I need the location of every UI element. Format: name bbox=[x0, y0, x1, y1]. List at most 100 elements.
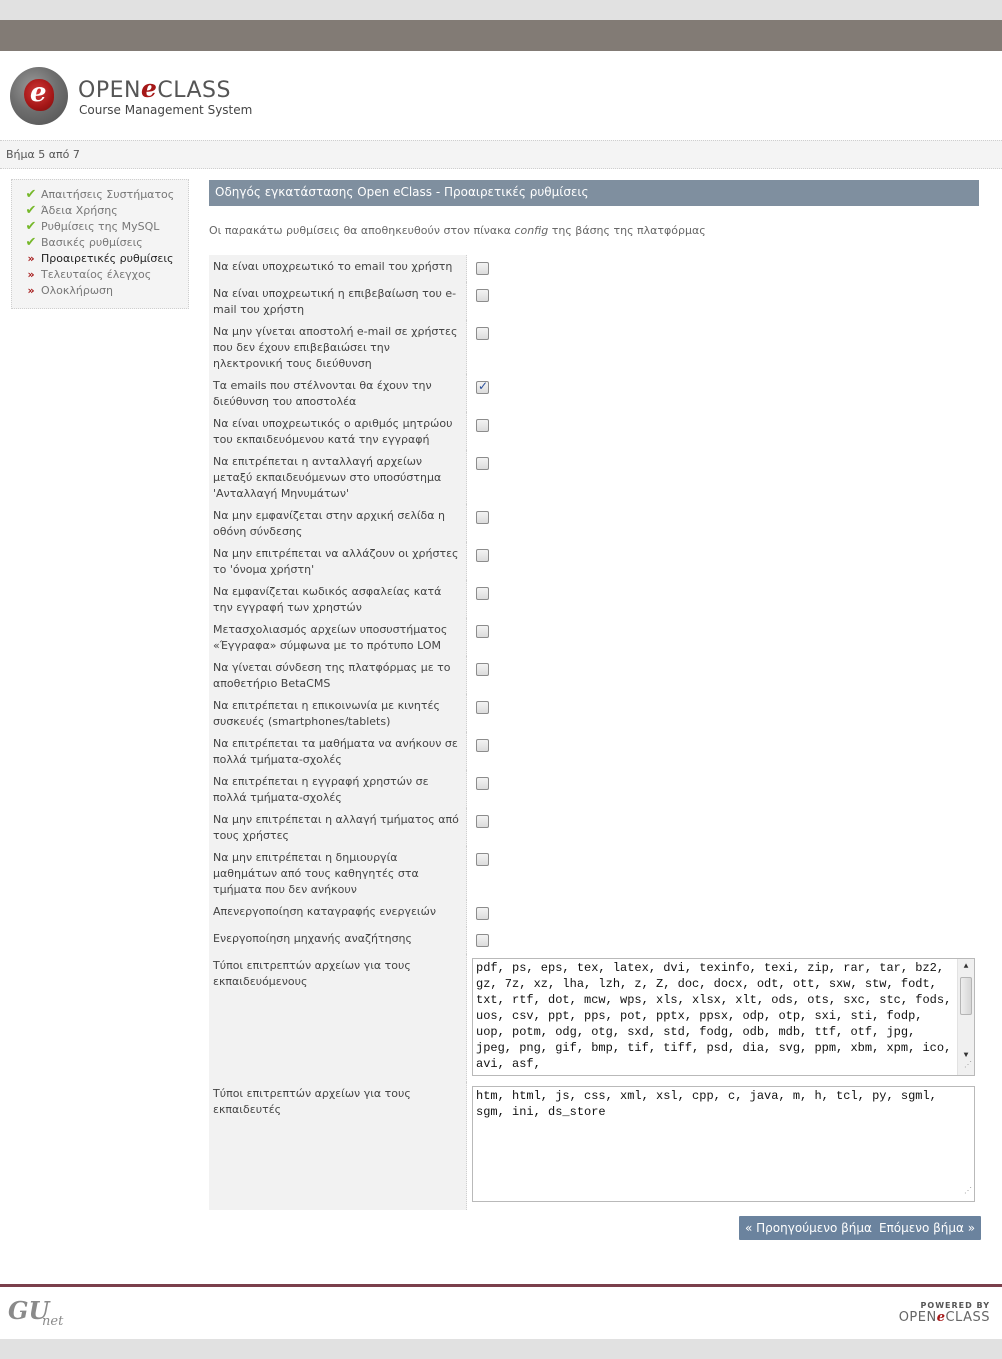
option-row: Μετασχολιασμός αρχείων υποσυστήματος «Έγ… bbox=[209, 618, 979, 656]
option-checkbox[interactable] bbox=[476, 262, 489, 275]
steps-list: ✔ Απαιτήσεις Συστήματος ✔ Άδεια Χρήσης ✔ Ρυθμ… bbox=[21, 187, 188, 299]
option-checkbox[interactable] bbox=[476, 379, 489, 394]
option-row: Να μην γίνεται αποστολή e-mail σε χρήστε… bbox=[209, 320, 979, 374]
powered-by-brand: OPENeCLASS bbox=[898, 1310, 990, 1325]
option-label: Να γίνεται σύνδεση της πλατφόρμας με το … bbox=[209, 656, 467, 694]
option-checkbox[interactable] bbox=[476, 625, 489, 638]
scroll-up-icon[interactable]: ▲ bbox=[958, 960, 974, 974]
footer-divider bbox=[0, 1284, 1002, 1287]
option-row: Να επιτρέπεται τα μαθήματα να ανήκουν σε… bbox=[209, 732, 979, 770]
sidebar-step-label: Απαιτήσεις Συστήματος bbox=[41, 188, 175, 201]
option-label: Να είναι υποχρεωτική η επιβεβαίωση του e… bbox=[209, 282, 467, 320]
option-label: Να μην επιτρέπεται η αλλαγή τμήματος από… bbox=[209, 808, 467, 846]
sidebar-step-label: Τελευταίος έλεγχος bbox=[41, 268, 152, 281]
option-checkbox[interactable] bbox=[476, 511, 489, 524]
option-checkbox[interactable] bbox=[476, 934, 489, 947]
previous-step-button[interactable]: « Προηγούμενο βήμα bbox=[739, 1216, 878, 1240]
option-row: Να είναι υποχρεωτικός ο αριθμός μητρώου … bbox=[209, 412, 979, 450]
eclass-logo-icon: e bbox=[10, 67, 68, 125]
textarea-value: pdf, ps, eps, tex, latex, dvi, texinfo, … bbox=[476, 961, 959, 1071]
resize-grip-icon[interactable]: ⋰ bbox=[964, 1058, 972, 1074]
option-label: Να επιτρέπεται τα μαθήματα να ανήκουν σε… bbox=[209, 732, 467, 770]
option-row: Να μην επιτρέπεται η δημιουργία μαθημάτω… bbox=[209, 846, 979, 900]
settings-form: Να είναι υποχρεωτικό το email του χρήστη… bbox=[209, 255, 979, 1210]
option-checkbox[interactable] bbox=[476, 587, 489, 600]
sidebar-step-6: » Ολοκλήρωση bbox=[21, 283, 188, 299]
resize-grip-icon[interactable]: ⋰ bbox=[964, 1184, 972, 1200]
option-checkbox[interactable] bbox=[476, 777, 489, 790]
file-types-row: Τύποι επιτρεπτών αρχείων για τους εκπαιδ… bbox=[209, 1082, 979, 1210]
option-checkbox[interactable] bbox=[476, 739, 489, 752]
option-label: Να μην γίνεται αποστολή e-mail σε χρήστε… bbox=[209, 320, 467, 374]
double-arrow-icon: » bbox=[27, 252, 35, 265]
option-row: Να είναι υποχρεωτικό το email του χρήστη bbox=[209, 255, 979, 282]
option-checkbox[interactable] bbox=[476, 457, 489, 470]
option-checkbox[interactable] bbox=[476, 327, 489, 340]
option-checkbox[interactable] bbox=[476, 549, 489, 562]
check-icon: ✔ bbox=[25, 219, 37, 234]
option-checkbox[interactable] bbox=[476, 663, 489, 676]
file-types-label: Τύποι επιτρεπτών αρχείων για τους εκπαιδ… bbox=[209, 954, 467, 1082]
option-label: Να μην επιτρέπεται να αλλάζουν οι χρήστε… bbox=[209, 542, 467, 580]
option-checkbox[interactable] bbox=[476, 419, 489, 432]
option-row: Ενεργοποίηση μηχανής αναζήτησης bbox=[209, 927, 979, 954]
option-row: Να επιτρέπεται η ανταλλαγή αρχείων μεταξ… bbox=[209, 450, 979, 504]
student-file-types-textarea[interactable]: pdf, ps, eps, tex, latex, dvi, texinfo, … bbox=[472, 958, 975, 1076]
option-checkbox[interactable] bbox=[476, 907, 489, 920]
sidebar-step-label: Προαιρετικές ρυθμίσεις bbox=[41, 252, 174, 265]
powered-by-logo[interactable]: POWERED BY OPENeCLASS bbox=[899, 1301, 990, 1325]
gunet-logo[interactable]: GU net bbox=[8, 1296, 72, 1332]
option-label: Μετασχολιασμός αρχείων υποσυστήματος «Έγ… bbox=[209, 618, 467, 656]
install-steps-sidebar: ✔ Απαιτήσεις Συστήματος ✔ Άδεια Χρήσης ✔ Ρυθμ… bbox=[11, 179, 189, 309]
double-arrow-icon: » bbox=[27, 268, 35, 281]
page: e OPENeCLASS Course Management System Βή… bbox=[0, 20, 1002, 1339]
scroll-thumb[interactable] bbox=[960, 977, 972, 1015]
step-indicator: Βήμα 5 από 7 bbox=[0, 140, 1002, 169]
sidebar-step-4: » Προαιρετικές ρυθμίσεις bbox=[21, 251, 188, 267]
option-row: Να είναι υποχρεωτική η επιβεβαίωση του e… bbox=[209, 282, 979, 320]
option-row: Να επιτρέπεται η εγγραφή χρηστών σε πολλ… bbox=[209, 770, 979, 808]
sidebar-step-3: ✔ Βασικές ρυθμίσεις bbox=[21, 235, 188, 251]
option-checkbox[interactable] bbox=[476, 289, 489, 302]
option-label: Να είναι υποχρεωτικό το email του χρήστη bbox=[209, 255, 467, 282]
option-label: Απενεργοποίηση καταγραφής ενεργειών bbox=[209, 900, 467, 927]
option-checkbox[interactable] bbox=[476, 815, 489, 828]
option-row: Απενεργοποίηση καταγραφής ενεργειών bbox=[209, 900, 979, 927]
top-bar bbox=[0, 20, 1002, 51]
option-row: Να μην επιτρέπεται να αλλάζουν οι χρήστε… bbox=[209, 542, 979, 580]
powered-by-text: POWERED BY bbox=[920, 1301, 990, 1310]
sidebar-step-2: ✔ Ρυθμίσεις της MySQL bbox=[21, 219, 188, 235]
option-row: Τα emails που στέλνονται θα έχουν την δι… bbox=[209, 374, 979, 412]
page-title: Οδηγός εγκατάστασης Open eClass - Προαιρ… bbox=[209, 180, 979, 206]
check-icon: ✔ bbox=[25, 187, 37, 202]
sidebar-step-label: Άδεια Χρήσης bbox=[41, 204, 118, 217]
sidebar-step-label: Ρυθμίσεις της MySQL bbox=[41, 220, 160, 233]
option-row: Να εμφανίζεται κωδικός ασφαλείας κατά τη… bbox=[209, 580, 979, 618]
option-label: Να μην επιτρέπεται η δημιουργία μαθημάτω… bbox=[209, 846, 467, 900]
option-label: Τα emails που στέλνονται θα έχουν την δι… bbox=[209, 374, 467, 412]
next-step-button[interactable]: Επόμενο βήμα » bbox=[873, 1216, 982, 1240]
textarea-value: htm, html, js, css, xml, xsl, cpp, c, ja… bbox=[476, 1089, 945, 1119]
option-row: Να γίνεται σύνδεση της πλατφόρμας με το … bbox=[209, 656, 979, 694]
option-row: Να επιτρέπεται η επικοινωνία με κινητές … bbox=[209, 694, 979, 732]
option-row: Να μην εμφανίζεται στην αρχική σελίδα η … bbox=[209, 504, 979, 542]
sidebar-step-label: Βασικές ρυθμίσεις bbox=[41, 236, 143, 249]
option-label: Να μην εμφανίζεται στην αρχική σελίδα η … bbox=[209, 504, 467, 542]
option-label: Να επιτρέπεται η ανταλλαγή αρχείων μεταξ… bbox=[209, 450, 467, 504]
check-icon: ✔ bbox=[25, 203, 37, 218]
double-arrow-icon: » bbox=[27, 284, 35, 297]
option-label: Ενεργοποίηση μηχανής αναζήτησης bbox=[209, 927, 467, 954]
intro-text: Οι παρακάτω ρυθμίσεις θα αποθηκευθούν στ… bbox=[209, 224, 706, 237]
openeclass-logo[interactable]: e OPENeCLASS Course Management System bbox=[10, 67, 252, 127]
logo-e-glyph: e bbox=[30, 78, 47, 108]
check-icon: ✔ bbox=[25, 235, 37, 250]
option-label: Να εμφανίζεται κωδικός ασφαλείας κατά τη… bbox=[209, 580, 467, 618]
sidebar-step-1: ✔ Άδεια Χρήσης bbox=[21, 203, 188, 219]
option-label: Να είναι υποχρεωτικός ο αριθμός μητρώου … bbox=[209, 412, 467, 450]
teacher-file-types-textarea[interactable]: htm, html, js, css, xml, xsl, cpp, c, ja… bbox=[472, 1086, 975, 1202]
option-label: Να επιτρέπεται η επικοινωνία με κινητές … bbox=[209, 694, 467, 732]
option-checkbox[interactable] bbox=[476, 701, 489, 714]
file-types-row: Τύποι επιτρεπτών αρχείων για τους εκπαιδ… bbox=[209, 954, 979, 1082]
option-checkbox[interactable] bbox=[476, 853, 489, 866]
brand-name: OPENeCLASS bbox=[78, 74, 231, 103]
